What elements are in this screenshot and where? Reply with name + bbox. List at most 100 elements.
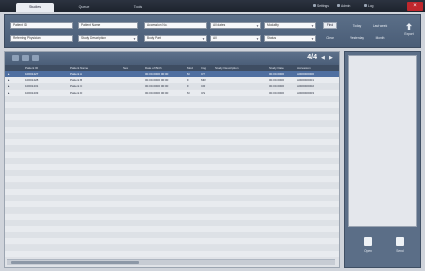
empty-row (5, 145, 339, 152)
status-field[interactable]: Status ▼ (264, 35, 316, 42)
table-cell (215, 71, 265, 77)
referring-physician-field[interactable]: Referring Physician (10, 35, 73, 42)
empty-row (5, 102, 339, 108)
clear-button[interactable]: Clear (321, 35, 339, 42)
empty-row (5, 232, 339, 239)
empty-row (5, 201, 339, 208)
document-icon (364, 237, 372, 246)
filter-icon[interactable] (22, 55, 29, 61)
table-row[interactable]: ▸ 10001431 Patient C 00.00.0000 00:00 F CR 00.… (5, 83, 339, 90)
empty-row (5, 114, 339, 121)
preview-area (348, 55, 417, 227)
yesterday-button[interactable]: Yesterday (346, 35, 368, 42)
table-cell: A000000000 (297, 72, 315, 76)
table-cell: 00.00.0000 00:00 (145, 90, 169, 95)
empty-row (5, 170, 339, 177)
search-panel: Patient ID Patient Name Accession No. Al… (4, 14, 421, 48)
table-cell: 00.00.0000 (269, 84, 285, 89)
table-row[interactable]: ▸ 10001433 Patient D 00.00.0000 00:00 M US 00.… (5, 89, 339, 96)
accession-field[interactable]: Accession No. (144, 22, 207, 29)
patient-name-field[interactable]: Patient Name (78, 22, 138, 29)
chevron-down-icon: ▼ (256, 24, 259, 28)
settings-button[interactable]: Settings (313, 3, 329, 9)
upload-icon (406, 23, 412, 30)
empty-row (5, 120, 339, 127)
table-cell: 00.00.0000 00:00 (145, 78, 169, 83)
preview-panel: Open Send (344, 51, 421, 268)
result-count: 4/4 (307, 54, 317, 61)
empty-row (5, 176, 339, 183)
today-button[interactable]: Today (348, 23, 366, 30)
empty-row (5, 182, 339, 189)
find-button[interactable]: Find (323, 22, 337, 29)
table-cell (123, 71, 143, 77)
empty-row (5, 157, 339, 164)
table-cell: CR (201, 84, 206, 89)
table-cell (215, 90, 265, 96)
table-cell (123, 77, 143, 83)
empty-row (5, 108, 339, 115)
table-cell: 10001433 (25, 90, 39, 95)
table-cell (123, 90, 143, 96)
tab-queue[interactable]: Queue (68, 3, 100, 12)
gear-icon (313, 4, 316, 8)
chevron-left-icon[interactable]: ◀ (321, 55, 327, 61)
study-list: 4/4 ◀ ▶ Patient ID Patient Name Sex Date… (4, 51, 340, 268)
admin-button[interactable]: Admin (337, 3, 350, 9)
empty-row (5, 250, 339, 257)
table-cell: ▸ (8, 84, 10, 89)
list-toolbar: 4/4 ◀ ▶ (5, 52, 339, 65)
table-cell: 10001431 (25, 84, 39, 89)
close-button[interactable]: × (407, 2, 423, 11)
table-cell: CT (201, 72, 205, 76)
tab-tools[interactable]: Tools (122, 3, 154, 12)
chevron-down-icon: ▼ (133, 37, 136, 41)
table-cell: ▸ (8, 72, 10, 76)
date-select[interactable]: All dates ▼ (210, 22, 261, 29)
table-cell: A000000001 (297, 78, 315, 83)
empty-row (5, 126, 339, 133)
study-description-field[interactable]: Study Description ▼ (78, 35, 138, 42)
modality-field[interactable]: Modality ▼ (264, 22, 316, 29)
table-cell: US (201, 90, 206, 95)
refresh-icon[interactable] (32, 55, 39, 61)
horizontal-scrollbar[interactable] (7, 259, 335, 265)
last-week-button[interactable]: Last week (369, 23, 391, 30)
empty-row (5, 164, 339, 170)
table-cell: Patient D (70, 90, 83, 95)
table-cell: 00.00.0000 (269, 72, 285, 76)
send-button[interactable]: Send (385, 232, 415, 262)
empty-row (5, 244, 339, 251)
empty-row (5, 238, 339, 245)
empty-row (5, 188, 339, 195)
body-part-field[interactable]: Body Part ▼ (144, 35, 207, 42)
table-cell: A000000002 (297, 84, 315, 89)
open-button[interactable]: Open (353, 232, 383, 262)
table-cell: Patient A (70, 72, 83, 76)
table-cell: 10001427 (25, 72, 39, 76)
empty-row (5, 213, 339, 220)
table-cell (123, 83, 143, 89)
table-row[interactable]: ▸ 10001428 Patient B 00.00.0000 00:00 F MR 00.… (5, 77, 339, 84)
chevron-right-icon[interactable]: ▶ (329, 55, 335, 61)
table-cell (215, 83, 265, 89)
document-icon (364, 4, 367, 8)
empty-row (5, 207, 339, 214)
table-row[interactable]: ▸ 10001427 Patient A 00.00.0000 00:00 M CT 00.… (5, 71, 339, 77)
filter-select[interactable]: All ▼ (210, 35, 261, 42)
chevron-down-icon: ▼ (256, 37, 259, 41)
month-button[interactable]: Month (371, 35, 389, 42)
chevron-down-icon: ▼ (311, 24, 314, 28)
scrollbar-thumb[interactable] (11, 261, 139, 264)
tab-studies[interactable]: Studies (16, 3, 54, 12)
select-all-icon[interactable] (12, 55, 19, 61)
table-cell: MR (201, 78, 206, 83)
patient-id-field[interactable]: Patient ID (10, 22, 73, 29)
export-button[interactable]: Export (401, 21, 417, 45)
table-cell: 10001428 (25, 78, 39, 83)
log-button[interactable]: Log (364, 3, 374, 9)
table-cell: 00.00.0000 (269, 78, 285, 83)
table-cell: F (187, 84, 189, 89)
table-cell: ▸ (8, 78, 10, 83)
table-cell (215, 77, 265, 83)
